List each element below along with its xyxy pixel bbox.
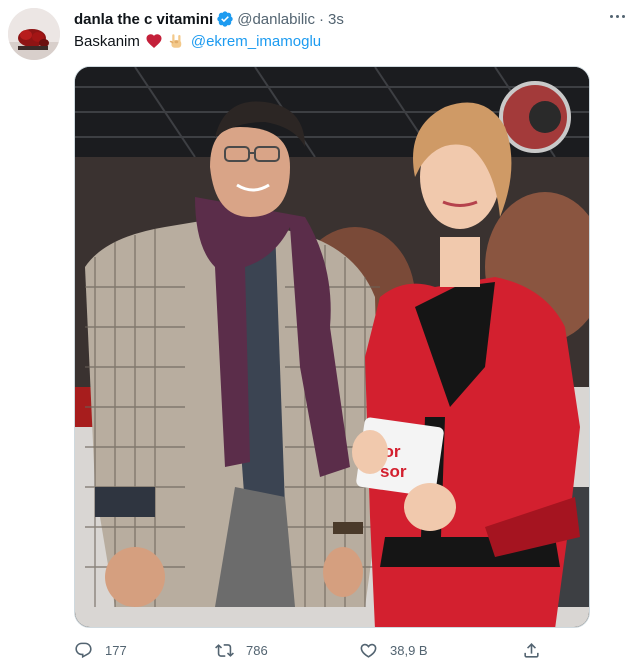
sign-of-horns-hand-icon [169, 34, 182, 48]
verified-badge-icon [217, 11, 233, 27]
avatar-image [8, 8, 60, 60]
tweet-text: Baskanim @ekrem_imamoglu [74, 32, 321, 50]
more-options-icon[interactable] [605, 6, 629, 26]
separator-dot: · [319, 10, 324, 28]
like-count: 38,9 B [390, 643, 428, 658]
retweet-button[interactable]: 786 [215, 641, 268, 660]
like-button[interactable]: 38,9 B [359, 641, 428, 660]
tweet-body: Baskanim [74, 32, 140, 50]
avatar[interactable] [8, 8, 60, 60]
tweet-header: danla the c vitamini @danlabilic · 3s [74, 8, 631, 30]
timestamp[interactable]: 3s [328, 11, 344, 28]
share-button[interactable] [522, 641, 541, 660]
retweet-icon [215, 644, 234, 657]
reply-icon [75, 642, 92, 659]
tweet[interactable]: danla the c vitamini @danlabilic · 3s Ba… [0, 0, 641, 672]
reply-button[interactable]: 177 [74, 641, 127, 660]
heart-icon [360, 643, 377, 658]
red-heart-icon [146, 34, 162, 48]
tweet-actions: 177 786 38,9 B [74, 641, 544, 665]
reply-count: 177 [105, 643, 127, 658]
handle[interactable]: @danlabilic [237, 11, 315, 28]
tweet-photo[interactable]: zor sor [74, 66, 590, 628]
mention-link[interactable]: @ekrem_imamoglu [191, 33, 321, 50]
display-name[interactable]: danla the c vitamini [74, 11, 213, 28]
retweet-count: 786 [246, 643, 268, 658]
photo-image: zor sor [75, 67, 589, 627]
share-icon [524, 643, 539, 658]
